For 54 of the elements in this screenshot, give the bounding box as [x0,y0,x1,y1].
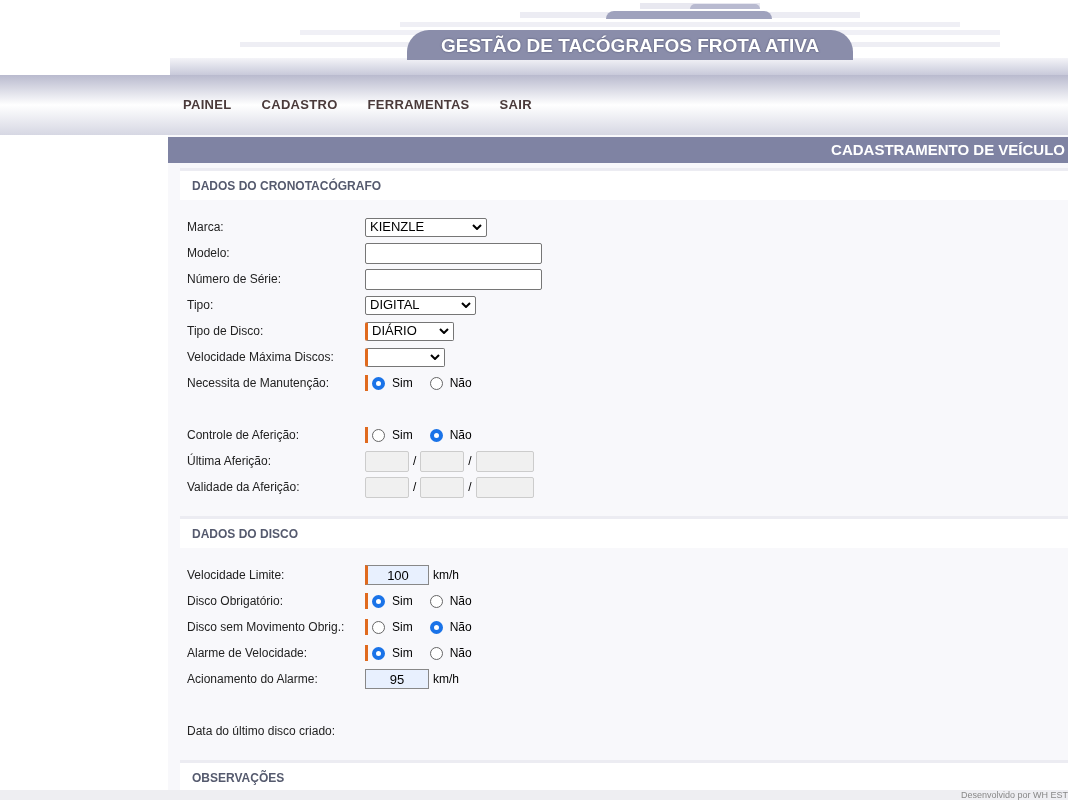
caret-icon [439,328,449,334]
footer-credit: Desenvolvido por WH EST [960,790,1068,800]
date-separator: / [413,479,417,496]
field-label: Marca: [187,219,225,236]
input-field[interactable]: 95 [365,669,429,689]
field-label: Modelo: [187,245,231,262]
dropdown[interactable] [365,347,445,367]
input-field[interactable] [365,242,542,264]
caret-icon [472,224,482,230]
nav-link[interactable]: FERRAMENTAS [367,95,470,115]
field-label: Velocidade Limite: [187,567,286,584]
radio-option[interactable]: Sim [372,592,413,610]
app-title: GESTÃO DE TACÓGRAFOS FROTA ATIVA [407,30,854,60]
field-label: Necessita de Manutenção: [187,375,331,392]
radio-option[interactable]: Não [429,644,472,662]
nav-link[interactable]: CADASTRO [261,95,338,115]
page-title: CADASTRAMENTO DE VEÍCULO [168,137,1068,163]
date-separator: / [413,453,417,470]
unit-label: km/h [433,671,459,688]
field-label: Tipo: [187,297,215,314]
radio-option[interactable]: Sim [372,618,413,636]
field-label: Disco sem Movimento Obrig.: [187,619,346,636]
date-separator: / [468,453,472,470]
section-heading: OBSERVAÇÕES [192,769,285,787]
caret-icon [430,354,440,360]
field-label: Última Aferição: [187,452,273,470]
field-label: Velocidade Máxima Discos: [187,349,335,366]
radio-option[interactable]: Sim [372,644,413,662]
radio-option[interactable]: Não [429,374,472,392]
input-field[interactable]: 100 [365,565,429,585]
radio-option[interactable]: Não [429,592,472,610]
radio-option[interactable]: Não [429,618,472,636]
field-label: Tipo de Disco: [187,323,265,340]
section-heading: DADOS DO CRONOTACÓGRAFO [192,177,382,195]
radio-option[interactable]: Sim [372,426,413,444]
field-label: Alarme de Velocidade: [187,645,309,662]
field-label: Número de Série: [187,271,283,288]
nav-link[interactable]: SAIR [499,95,532,115]
dropdown[interactable]: DIGITAL [365,295,476,315]
nav-link[interactable]: PAINEL [183,95,232,115]
field-label: Disco Obrigatório: [187,593,285,610]
input-field[interactable] [365,268,542,290]
radio-option[interactable]: Sim [372,374,413,392]
date-separator: / [468,479,472,496]
unit-label: km/h [433,567,459,584]
radio-option[interactable]: Não [429,426,472,444]
section-heading: DADOS DO DISCO [192,525,298,543]
field-label: Validade da Aferição: [187,479,301,496]
dropdown[interactable]: DIÁRIO [365,321,454,341]
caret-icon [461,302,471,308]
field-label: Data do último disco criado: [187,723,337,740]
dropdown[interactable]: KIENZLE [365,217,487,237]
field-label: Acionamento do Alarme: [187,671,319,688]
field-label: Controle de Aferição: [187,427,301,444]
